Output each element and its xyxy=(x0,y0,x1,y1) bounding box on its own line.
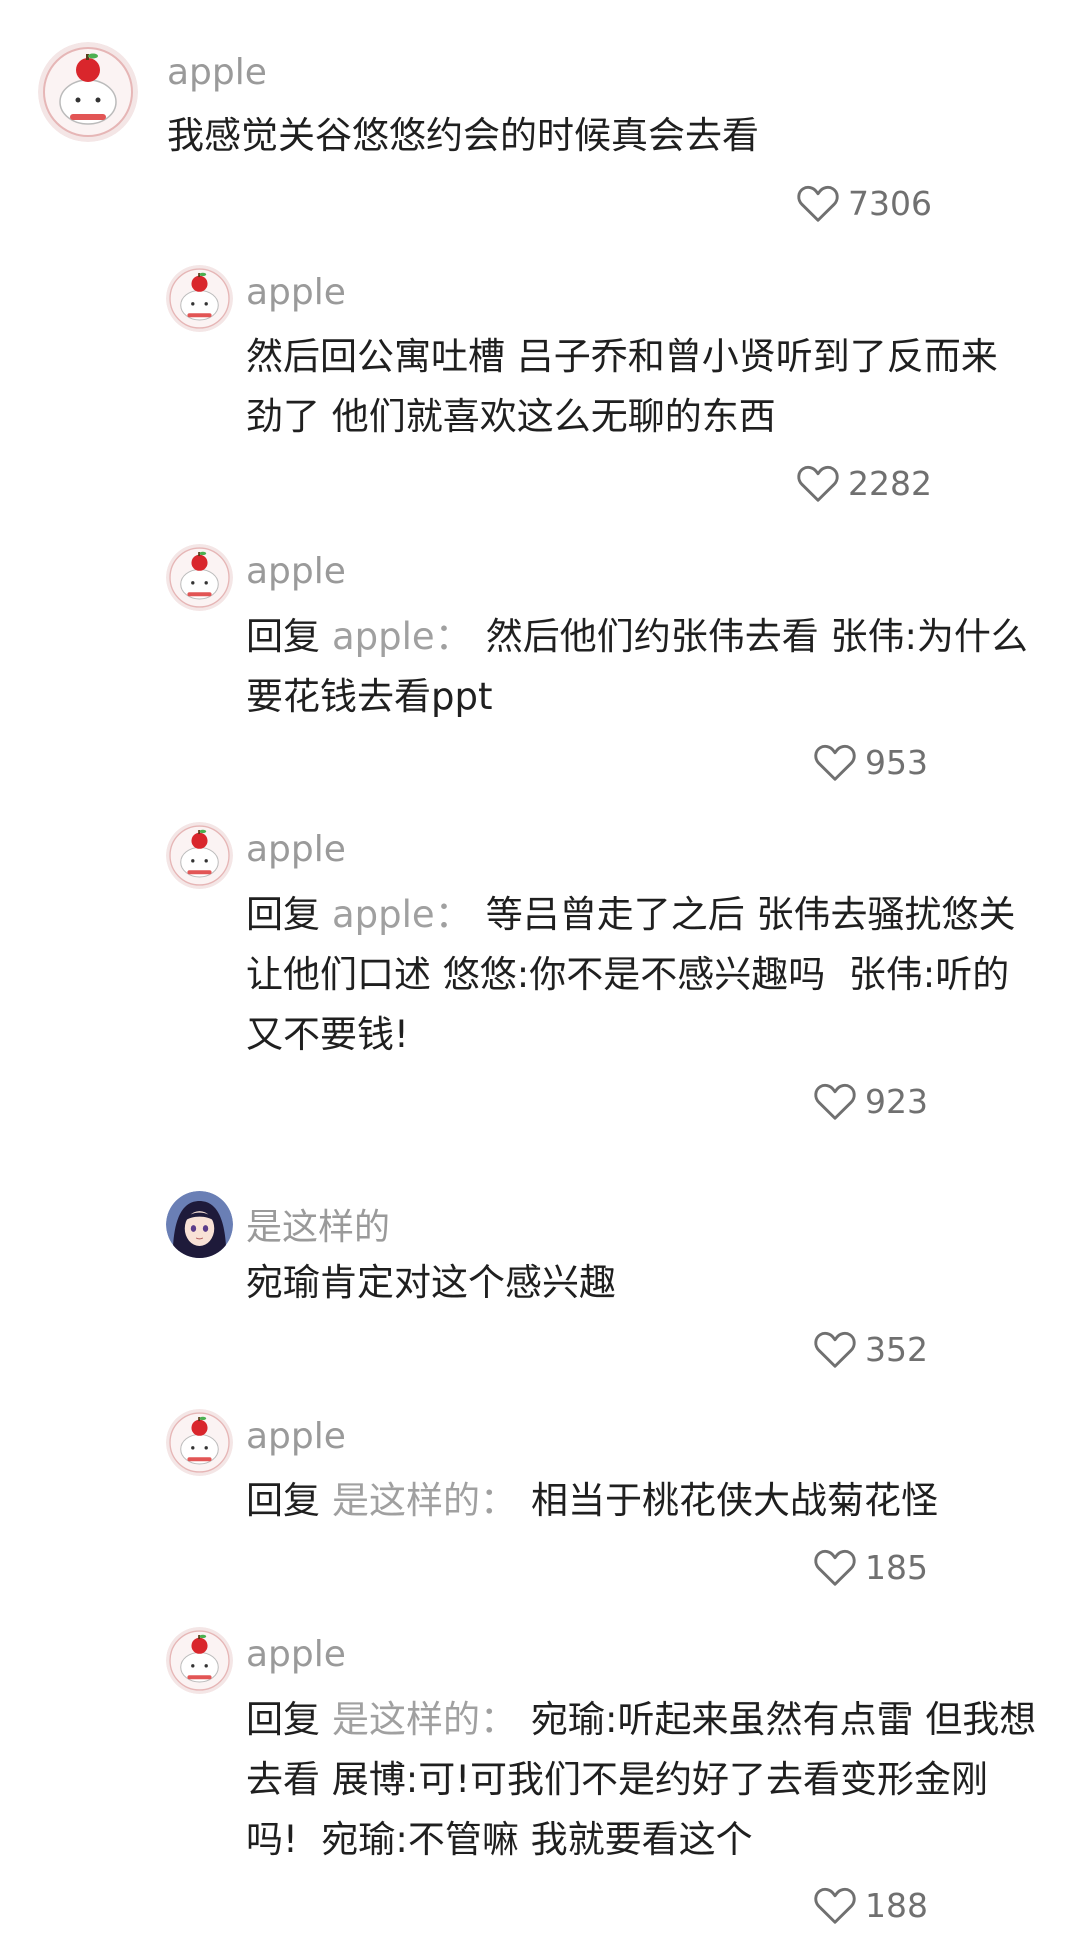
avatar-apple[interactable] xyxy=(38,42,138,142)
reply-label: 回复 xyxy=(246,615,320,658)
comment-text: 回复 apple： 等吕曾走了之后 张伟去骚扰悠关 让他们口述 悠悠:你不是不感兴趣… xyxy=(246,885,1046,1065)
username[interactable]: apple xyxy=(246,1634,346,1675)
like-count: 352 xyxy=(865,1329,928,1369)
like-button[interactable]: 7306 xyxy=(796,183,932,223)
like-count: 2282 xyxy=(848,463,932,503)
avatar-apple[interactable] xyxy=(166,544,233,611)
avatar-apple[interactable] xyxy=(166,1627,233,1694)
like-button[interactable]: 185 xyxy=(813,1547,928,1587)
heart-icon xyxy=(814,1549,856,1586)
comment-text: 回复 是这样的： 宛瑜:听起来虽然有点雷 但我想 去看 展博:可!可我们不是约好了去… xyxy=(246,1690,1066,1870)
reply-target-user[interactable]: apple xyxy=(332,615,435,658)
comment-text: 宛瑜肯定对这个感兴趣 xyxy=(246,1261,616,1304)
like-button[interactable]: 953 xyxy=(813,742,928,782)
comment-text: 回复 apple： 然后他们约张伟去看 张伟:为什么 要花钱去看ppt xyxy=(246,607,1046,727)
reply-label: 回复 xyxy=(246,893,320,936)
reply-target-user[interactable]: 是这样的 xyxy=(332,1698,480,1741)
reply-target-user[interactable]: apple xyxy=(332,893,435,936)
reply-colon: ： xyxy=(480,1479,517,1522)
like-button[interactable]: 188 xyxy=(813,1885,928,1925)
username[interactable]: 是这样的 xyxy=(246,1198,390,1250)
heart-icon xyxy=(797,185,839,222)
reply-colon: ： xyxy=(434,893,472,936)
like-count: 185 xyxy=(865,1547,928,1587)
reply-text: 相当于桃花侠大战菊花怪 xyxy=(531,1479,938,1522)
username[interactable]: apple xyxy=(246,551,346,592)
like-count: 188 xyxy=(865,1885,928,1925)
cat-apple-avatar-icon xyxy=(166,544,233,611)
cat-apple-avatar-icon xyxy=(166,1409,233,1476)
cat-apple-avatar-icon xyxy=(38,42,138,142)
cat-apple-avatar-icon xyxy=(166,822,233,889)
heart-icon xyxy=(814,1331,856,1368)
like-button[interactable]: 923 xyxy=(813,1081,928,1121)
heart-icon xyxy=(814,744,856,781)
like-button[interactable]: 2282 xyxy=(796,463,932,503)
cat-apple-avatar-icon xyxy=(166,265,233,332)
avatar-shizheyangde[interactable] xyxy=(166,1191,233,1258)
username[interactable]: apple xyxy=(246,272,346,313)
heart-icon xyxy=(797,465,839,502)
avatar-apple[interactable] xyxy=(166,822,233,889)
like-count: 7306 xyxy=(848,183,932,223)
heart-icon xyxy=(814,1083,856,1120)
reply-label: 回复 xyxy=(246,1479,320,1522)
avatar-apple[interactable] xyxy=(166,1409,233,1476)
reply-target-user[interactable]: 是这样的 xyxy=(332,1479,480,1522)
like-button[interactable]: 352 xyxy=(813,1329,928,1369)
username[interactable]: apple xyxy=(246,1416,346,1457)
reply-label: 回复 xyxy=(246,1698,320,1741)
avatar-apple[interactable] xyxy=(166,265,233,332)
like-count: 953 xyxy=(865,742,928,782)
anime-girl-avatar-icon xyxy=(166,1191,233,1258)
reply-colon: ： xyxy=(434,615,472,658)
comment-text: 回复 是这样的： 相当于桃花侠大战菊花怪 xyxy=(246,1471,1046,1531)
reply-colon: ： xyxy=(480,1698,517,1741)
cat-apple-avatar-icon xyxy=(166,1627,233,1694)
heart-icon xyxy=(814,1887,856,1924)
comment-text: 然后回公寓吐槽 吕子乔和曾小贤听到了反而来 劲了 他们就喜欢这么无聊的东西 xyxy=(246,335,998,438)
comment-text: 我感觉关谷悠悠约会的时候真会去看 xyxy=(167,114,759,157)
like-count: 923 xyxy=(865,1081,928,1121)
username[interactable]: apple xyxy=(246,829,346,870)
username[interactable]: apple xyxy=(167,52,267,93)
